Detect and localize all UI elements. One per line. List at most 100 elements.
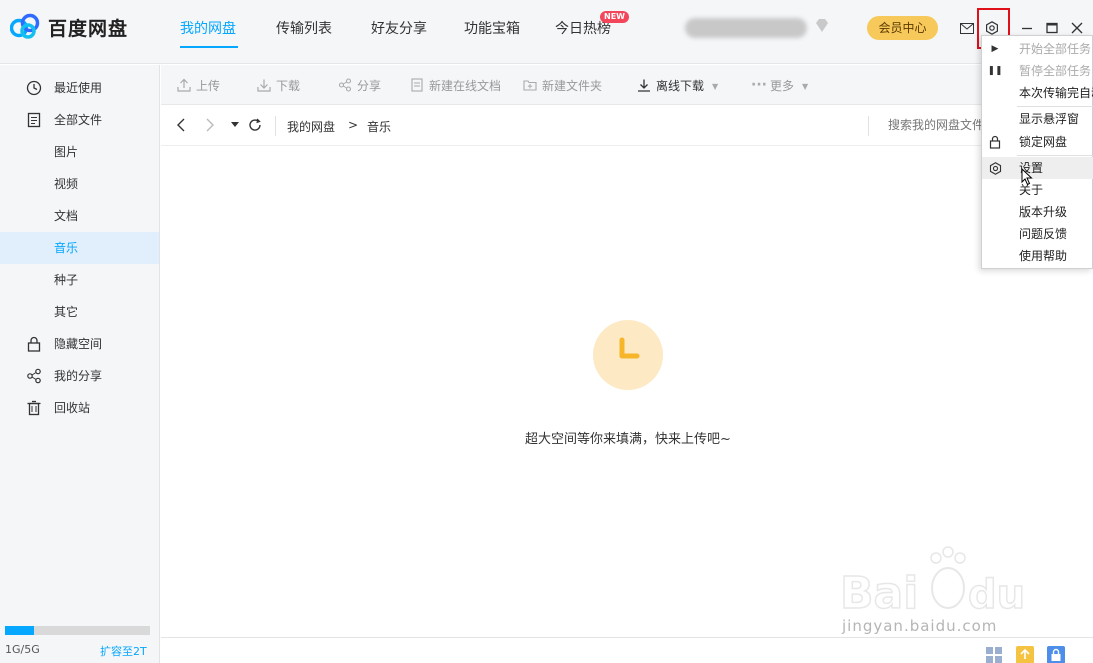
menu-item-pause-all[interactable]: ❚❚ 暂停全部任务 bbox=[982, 60, 1093, 82]
sidebar-item-label: 最近使用 bbox=[54, 81, 103, 95]
status-bar bbox=[161, 637, 1093, 663]
storage-quota-text: 1G/5G bbox=[5, 643, 40, 656]
tab-toolbox[interactable]: 功能宝箱 bbox=[464, 18, 520, 38]
sidebar-item-label: 其它 bbox=[54, 305, 79, 319]
app-title: 百度网盘 bbox=[48, 18, 129, 40]
empty-state-message: 超大空间等你来填满，快来上传吧~ bbox=[525, 432, 731, 447]
new-badge: NEW bbox=[600, 11, 629, 23]
divider bbox=[275, 116, 276, 136]
sidebar-item-label: 我的分享 bbox=[54, 369, 103, 383]
sidebar-item-my-shares[interactable]: 我的分享 bbox=[0, 360, 159, 392]
divider bbox=[868, 116, 869, 136]
menu-item-label: 版本升级 bbox=[1019, 205, 1068, 219]
svg-text:Bai: Bai bbox=[840, 568, 918, 619]
menu-item-label: 问题反馈 bbox=[1019, 227, 1068, 241]
watermark-url: jingyan.baidu.com bbox=[842, 617, 998, 635]
new-folder-label: 新建文件夹 bbox=[542, 79, 603, 93]
menu-item-label: 本次传输完自动关机 bbox=[1019, 86, 1093, 100]
folder-add-icon bbox=[523, 80, 537, 91]
sidebar-item-images[interactable]: 图片 bbox=[0, 136, 159, 168]
title-bar: 百度网盘 我的网盘 传输列表 好友分享 功能宝箱 今日热榜 NEW 会员中心 bbox=[0, 0, 1093, 64]
play-icon: ▶ bbox=[991, 44, 999, 54]
sidebar-item-label: 视频 bbox=[54, 177, 79, 191]
menu-item-about[interactable]: 关于 bbox=[982, 179, 1093, 201]
menu-item-label: 锁定网盘 bbox=[1019, 135, 1068, 149]
menu-item-label: 使用帮助 bbox=[1019, 249, 1068, 263]
menu-item-help[interactable]: 使用帮助 bbox=[982, 245, 1093, 267]
more-button[interactable]: ··· 更多 ▼ bbox=[751, 77, 808, 95]
tab-transfer-list[interactable]: 传输列表 bbox=[276, 18, 332, 38]
svg-text:du: du bbox=[968, 572, 1025, 618]
share-icon bbox=[338, 78, 352, 92]
download-button[interactable]: 下载 bbox=[257, 77, 300, 95]
offline-download-button[interactable]: 离线下载 ▼ bbox=[637, 77, 718, 95]
menu-item-label: 显示悬浮窗 bbox=[1019, 112, 1080, 126]
lock-icon[interactable] bbox=[1047, 646, 1065, 663]
more-label: 更多 bbox=[770, 79, 795, 93]
grid-view-icon[interactable] bbox=[985, 646, 1003, 663]
lock-icon bbox=[27, 336, 41, 352]
upload-status-icon[interactable] bbox=[1016, 646, 1034, 663]
share-label: 分享 bbox=[357, 79, 382, 93]
sidebar-item-videos[interactable]: 视频 bbox=[0, 168, 159, 200]
back-icon[interactable] bbox=[172, 116, 190, 134]
forward-icon[interactable] bbox=[201, 116, 219, 134]
share-button[interactable]: 分享 bbox=[338, 77, 381, 95]
menu-item-settings[interactable]: 设置 bbox=[982, 157, 1093, 179]
mouse-cursor-icon bbox=[1021, 168, 1033, 186]
sidebar-item-recycle-bin[interactable]: 回收站 bbox=[0, 392, 159, 424]
sidebar-item-other[interactable]: 其它 bbox=[0, 296, 159, 328]
offline-download-label: 离线下载 bbox=[656, 79, 705, 93]
sidebar-item-torrents[interactable]: 种子 bbox=[0, 264, 159, 296]
sidebar-item-label: 隐藏空间 bbox=[54, 337, 103, 351]
settings-menu: ▶ 开始全部任务 ❚❚ 暂停全部任务 本次传输完自动关机 显示悬浮窗 锁定网盘 … bbox=[981, 35, 1093, 269]
menu-item-label: 暂停全部任务 bbox=[1019, 64, 1092, 78]
menu-item-start-all[interactable]: ▶ 开始全部任务 bbox=[982, 38, 1093, 60]
avatar[interactable] bbox=[685, 18, 807, 38]
empty-state-clock-icon bbox=[593, 320, 663, 390]
file-toolbar: 上传 下载 分享 新建在线文档 新建文件夹 离线下载 ▼ ··· 更多 ▼ bbox=[161, 65, 1093, 105]
upload-label: 上传 bbox=[196, 79, 221, 93]
menu-item-upgrade[interactable]: 版本升级 bbox=[982, 201, 1093, 223]
clock-icon bbox=[26, 80, 42, 96]
new-online-doc-button[interactable]: 新建在线文档 bbox=[410, 77, 501, 95]
address-bar: 我的网盘 > 音乐 bbox=[161, 106, 1093, 146]
tab-friend-share[interactable]: 好友分享 bbox=[371, 18, 427, 38]
breadcrumb-my-netdisk[interactable]: 我的网盘 bbox=[287, 118, 335, 135]
menu-item-floating-window[interactable]: 显示悬浮窗 bbox=[982, 108, 1093, 130]
menu-divider bbox=[1017, 106, 1093, 107]
share-icon bbox=[27, 368, 41, 384]
lock-icon bbox=[988, 135, 1002, 149]
download-label: 下载 bbox=[276, 79, 301, 93]
sidebar-item-hidden-space[interactable]: 隐藏空间 bbox=[0, 328, 159, 360]
breadcrumb-separator: > bbox=[348, 118, 359, 132]
upgrade-storage-link[interactable]: 扩容至2T bbox=[100, 643, 147, 659]
history-dropdown-icon[interactable] bbox=[226, 116, 244, 134]
new-folder-button[interactable]: 新建文件夹 bbox=[523, 77, 602, 95]
document-icon bbox=[411, 78, 423, 92]
mail-icon[interactable] bbox=[958, 19, 976, 37]
menu-divider bbox=[1017, 155, 1093, 156]
sidebar-item-recent[interactable]: 最近使用 bbox=[0, 72, 159, 104]
vip-center-button[interactable]: 会员中心 bbox=[867, 16, 938, 40]
menu-item-feedback[interactable]: 问题反馈 bbox=[982, 223, 1093, 245]
tab-my-netdisk[interactable]: 我的网盘 bbox=[180, 18, 236, 38]
upload-button[interactable]: 上传 bbox=[177, 77, 220, 95]
storage-quota-fill bbox=[5, 626, 34, 635]
new-online-doc-label: 新建在线文档 bbox=[429, 79, 502, 93]
refresh-icon[interactable] bbox=[246, 116, 264, 134]
sidebar-item-music[interactable]: 音乐 bbox=[0, 232, 159, 264]
menu-item-auto-shutdown[interactable]: 本次传输完自动关机 bbox=[982, 82, 1093, 104]
breadcrumb-music[interactable]: 音乐 bbox=[367, 118, 391, 135]
menu-item-lock-netdisk[interactable]: 锁定网盘 bbox=[982, 131, 1093, 153]
sidebar-item-label: 全部文件 bbox=[54, 113, 103, 127]
sidebar-item-all-files[interactable]: 全部文件 bbox=[0, 104, 159, 136]
diamond-icon[interactable] bbox=[813, 17, 831, 35]
search-input[interactable] bbox=[888, 118, 988, 132]
chevron-down-icon: ▼ bbox=[712, 82, 719, 91]
app-logo-icon bbox=[10, 13, 40, 39]
pause-icon: ❚❚ bbox=[987, 66, 1003, 76]
sidebar: 最近使用 全部文件 图片 视频 文档 音乐 种子 其它 隐藏空间 我的分享 回收… bbox=[0, 65, 160, 663]
sidebar-item-documents[interactable]: 文档 bbox=[0, 200, 159, 232]
upload-icon bbox=[177, 78, 191, 92]
